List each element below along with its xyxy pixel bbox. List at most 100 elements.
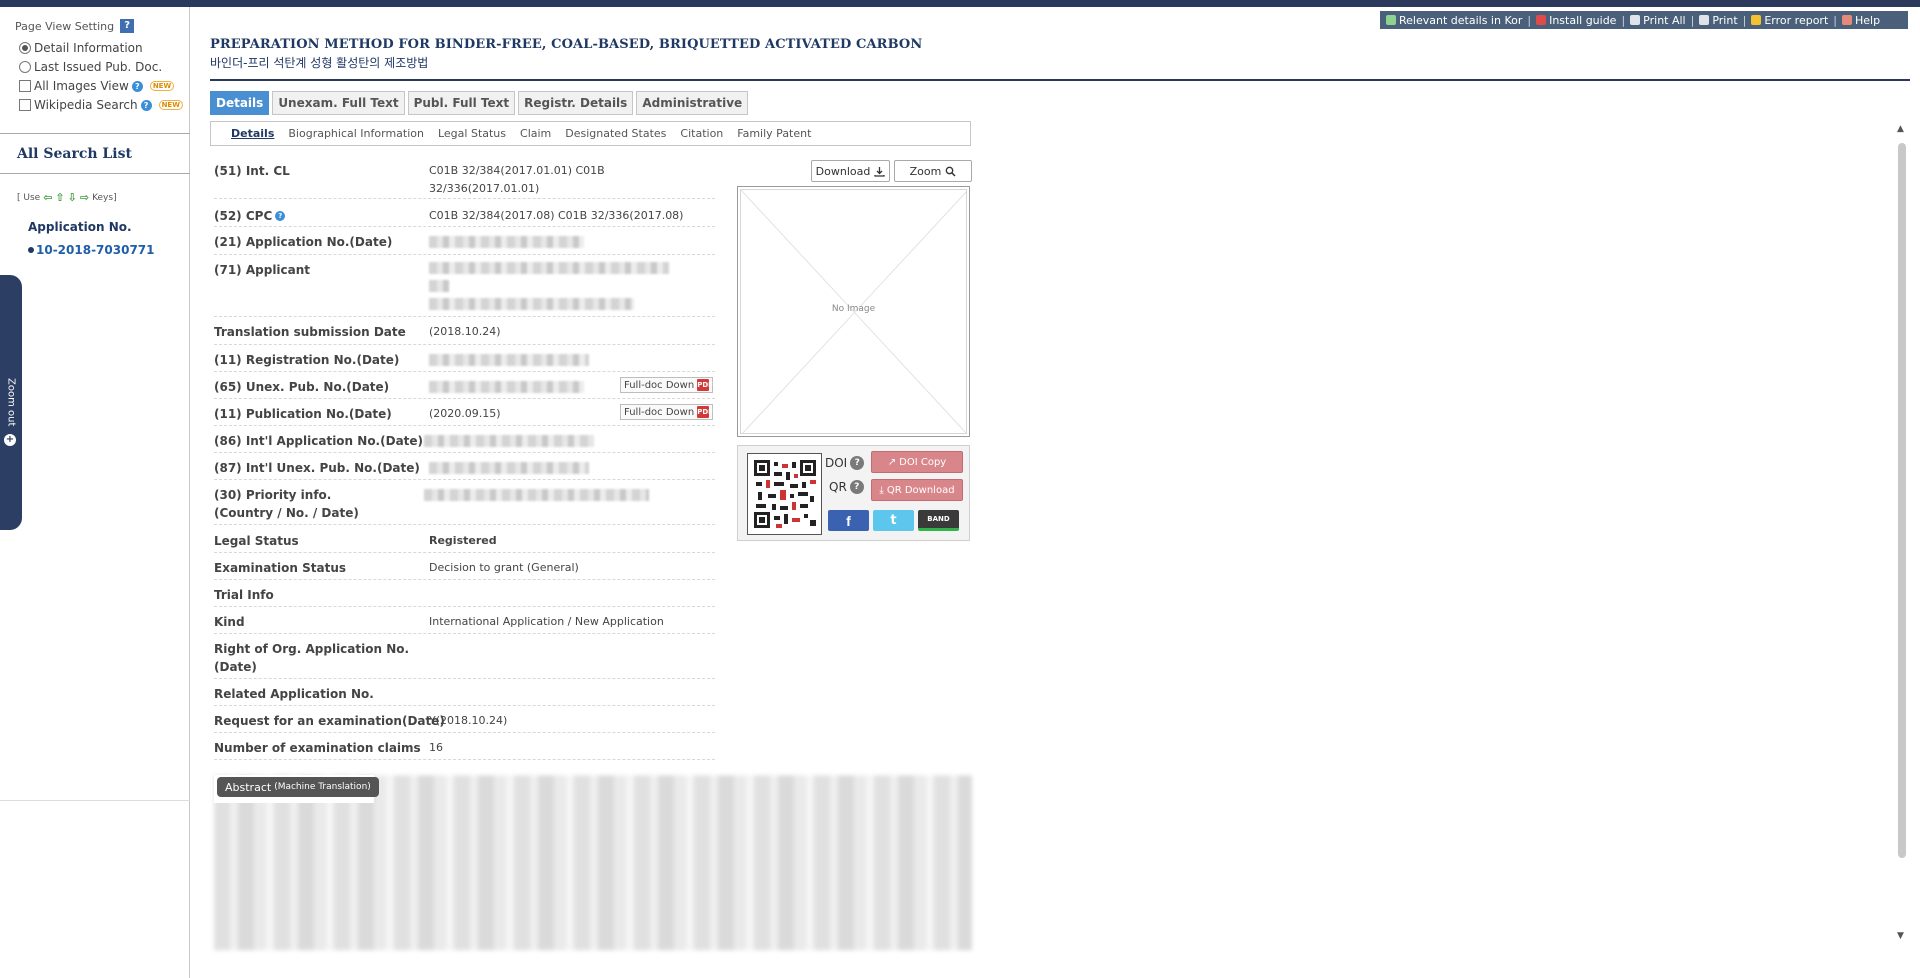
arrow-down-icon: ⇩ <box>67 191 77 204</box>
subtab-legal-status[interactable]: Legal Status <box>438 127 506 140</box>
scroll-up-arrow-icon[interactable]: ▲ <box>1897 124 1904 134</box>
print-button[interactable]: Print <box>1699 14 1738 27</box>
detail-row-publication-no: (11) Publication No.(Date) (2020.09.15) … <box>214 400 715 426</box>
detail-row-request-examination: Request for an examination(Date) Y(2018.… <box>214 707 715 733</box>
cpc-help-icon[interactable]: ? <box>275 211 286 221</box>
page-view-help-icon[interactable]: ? <box>120 19 135 33</box>
separator: | <box>1690 13 1695 27</box>
zoom-button[interactable]: Zoom <box>894 160 972 182</box>
facebook-share-icon[interactable]: f <box>828 510 869 531</box>
radio-detail-information[interactable] <box>19 42 31 54</box>
toolbar-label: Error report <box>1764 13 1829 27</box>
full-doc-down-button[interactable]: Full-doc Down PDF <box>620 404 714 420</box>
zoom-out-label[interactable]: Zoom out <box>2 372 20 432</box>
pdf-icon: PDF <box>697 406 713 418</box>
option-detail-information[interactable]: Detail Information <box>19 41 143 55</box>
detail-row-right-of-org: Right of Org. Application No. (Date) <box>214 635 715 679</box>
separator: | <box>1621 13 1626 27</box>
tab-administrative[interactable]: Administrative <box>636 91 749 115</box>
radio-last-issued[interactable] <box>19 61 31 73</box>
full-doc-down-button[interactable]: Full-doc Down PDF <box>620 377 714 393</box>
relevant-details-button[interactable]: Relevant details in Kor <box>1386 14 1522 27</box>
bullet-icon <box>28 247 34 253</box>
detail-row-unex-pub-no: (65) Unex. Pub. No.(Date) Full-doc Down P… <box>214 373 715 399</box>
detail-label: (52) CPC? <box>214 207 286 225</box>
relevant-details-icon <box>1386 15 1396 25</box>
new-badge: NEW <box>158 100 183 110</box>
tab-unexam-full-text[interactable]: Unexam. Full Text <box>272 91 405 115</box>
redacted-value <box>429 381 584 393</box>
tab-details[interactable]: Details <box>210 91 270 115</box>
twitter-share-icon[interactable]: t <box>873 510 914 531</box>
download-button[interactable]: Download <box>811 160 890 182</box>
detail-label: Legal Status <box>214 534 299 548</box>
page-view-setting: Page View Setting ? <box>15 19 135 33</box>
arrow-up-icon: ⇧ <box>55 191 65 204</box>
detail-row-examination-claims: Number of examination claims 16 <box>214 734 715 760</box>
option-last-issued[interactable]: Last Issued Pub. Doc. <box>19 60 162 74</box>
drawing-image-box[interactable]: No Image <box>737 186 970 437</box>
detail-label: Examination Status <box>214 561 347 575</box>
application-no-value[interactable]: 10-2018-7030771 <box>36 243 155 257</box>
doi-copy-button[interactable]: ↗ DOI Copy <box>871 451 963 473</box>
print-all-button[interactable]: Print All <box>1630 13 1686 27</box>
detail-value: (2020.09.15) <box>429 407 501 420</box>
subtab-details[interactable]: Details <box>231 127 274 140</box>
page-view-title: Page View Setting <box>15 19 115 33</box>
redacted-value <box>424 435 594 447</box>
detail-label: (86) Int'l Application No.(Date) <box>214 434 424 448</box>
qr-help-icon[interactable]: ? <box>849 480 864 494</box>
zoom-out-plus-icon[interactable]: + <box>4 434 16 446</box>
tab-registr-details[interactable]: Registr. Details <box>518 91 634 115</box>
help-icon <box>1841 15 1852 25</box>
toolbar-label: Print All <box>1643 13 1686 27</box>
all-images-help-icon[interactable]: ? <box>131 80 143 92</box>
detail-row-priority-info: (30) Priority info. (Country / No. / Dat… <box>214 481 715 525</box>
application-no-link[interactable]: 10-2018-7030771 <box>28 243 155 257</box>
doi-text: DOI <box>825 456 848 470</box>
full-doc-down-label: Full-doc Down <box>624 379 695 391</box>
new-badge: NEW <box>149 81 175 91</box>
detail-row-kind: Kind International Application / New App… <box>214 608 715 634</box>
qr-code <box>747 453 822 535</box>
subtab-designated-states[interactable]: Designated States <box>565 127 666 140</box>
divider <box>0 800 190 801</box>
detail-row-cpc: (52) CPC? C01B 32/384(2017.08) C01B 32/3… <box>214 202 715 227</box>
band-share-icon[interactable]: BAND <box>918 510 959 531</box>
detail-row-applicant: (71) Applicant <box>214 256 715 317</box>
detail-label: (51) Int. CL <box>214 164 290 178</box>
keys-suffix: Keys] <box>92 192 117 203</box>
install-guide-button[interactable]: Install guide <box>1536 14 1616 27</box>
error-report-button[interactable]: Error report <box>1751 14 1828 27</box>
subtab-claim[interactable]: Claim <box>520 127 551 140</box>
tab-publ-full-text[interactable]: Publ. Full Text <box>407 91 516 115</box>
help-button[interactable]: Help <box>1841 14 1880 27</box>
subtab-biographical-information[interactable]: Biographical Information <box>288 127 424 140</box>
detail-row-application-no: (21) Application No.(Date) <box>214 228 715 255</box>
option-all-images[interactable]: All Images View ? NEW <box>19 79 175 93</box>
main-tabs: Details Unexam. Full Text Publ. Full Tex… <box>210 91 749 115</box>
abstract-sub-label: (Machine Translation) <box>274 782 371 792</box>
subtab-citation[interactable]: Citation <box>680 127 723 140</box>
cpc-label: (52) CPC <box>214 209 273 223</box>
download-label: Download <box>815 164 871 178</box>
scroll-down-arrow-icon[interactable]: ▼ <box>1897 931 1904 941</box>
detail-row-trial-info: Trial Info <box>214 581 715 607</box>
subtab-family-patent[interactable]: Family Patent <box>737 127 811 140</box>
download-icon <box>874 166 885 177</box>
detail-label: (65) Unex. Pub. No.(Date) <box>214 380 390 394</box>
redacted-value <box>429 236 584 248</box>
toolbar-label: Relevant details in Kor <box>1399 13 1523 27</box>
checkbox-wikipedia[interactable] <box>19 99 31 111</box>
redacted-value <box>429 262 669 274</box>
doi-help-icon[interactable]: ? <box>850 456 865 470</box>
detail-value: (2018.10.24) <box>429 325 501 338</box>
qr-download-button[interactable]: ⤓ QR Download <box>871 479 963 501</box>
redacted-value <box>429 354 589 366</box>
wikipedia-help-icon[interactable]: ? <box>140 99 152 111</box>
title-divider <box>210 79 1910 81</box>
checkbox-all-images[interactable] <box>19 80 31 92</box>
detail-label: Translation submission Date <box>214 325 406 339</box>
option-wikipedia[interactable]: Wikipedia Search ? NEW <box>19 98 183 112</box>
scrollbar-thumb[interactable] <box>1898 143 1906 858</box>
